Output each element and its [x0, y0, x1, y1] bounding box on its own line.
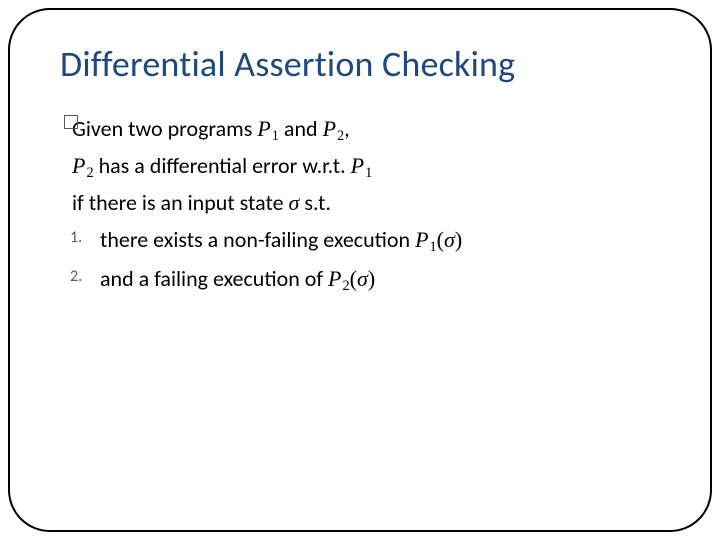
math-sub1: 1 — [271, 128, 279, 144]
body-line-3: if there is an input state σ s.t. — [66, 186, 650, 219]
math-sigma: σ — [289, 190, 300, 215]
text-st: s.t. — [299, 189, 331, 216]
item1-P: P — [415, 227, 428, 252]
ordered-list: 1. there exists a non-failing execution … — [66, 223, 650, 297]
math-p2: P — [323, 116, 336, 141]
math-sub2: 2 — [336, 128, 344, 144]
bullet-icon — [64, 115, 78, 129]
list-number-2: 2. — [70, 265, 82, 289]
text-if-input: if there is an input state — [72, 189, 289, 216]
list-item-2: 2. and a failing execution of P2(σ) — [66, 262, 650, 297]
body-line-2: P2 has a differential error w.r.t. P1 — [66, 149, 650, 184]
item2-lparen: ( — [350, 266, 357, 291]
text-comma: , — [344, 115, 350, 142]
text-has-diff: has a differential error w.r.t. — [94, 152, 351, 179]
slide-body: Given two programs P1 and P2, P2 has a d… — [66, 112, 650, 297]
item2-rparen: ) — [368, 266, 375, 291]
math-p1: P — [257, 116, 270, 141]
item2-sigma: σ — [357, 266, 368, 291]
body-line-1: Given two programs P1 and P2, — [66, 112, 650, 147]
list-item-1: 1. there exists a non-failing execution … — [66, 223, 650, 258]
text-given: Given two programs — [72, 115, 257, 142]
item2-P: P — [328, 266, 341, 291]
item1-sub: 1 — [429, 239, 437, 255]
slide-title: Differential Assertion Checking — [60, 42, 515, 86]
item1-rparen: ) — [455, 227, 462, 252]
item1-sigma: σ — [444, 227, 455, 252]
item1-lparen: ( — [437, 227, 444, 252]
math-sub1b: 1 — [364, 165, 372, 181]
item1-text: there exists a non-failing execution — [100, 226, 415, 253]
math-p1b: P — [351, 153, 364, 178]
math-sub2b: 2 — [85, 165, 93, 181]
list-number-1: 1. — [70, 226, 82, 250]
item2-sub: 2 — [342, 278, 350, 294]
item2-text: and a failing execution of — [100, 265, 328, 292]
math-p2b: P — [72, 153, 85, 178]
text-and: and — [279, 115, 323, 142]
slide: Differential Assertion Checking Given tw… — [0, 0, 720, 540]
